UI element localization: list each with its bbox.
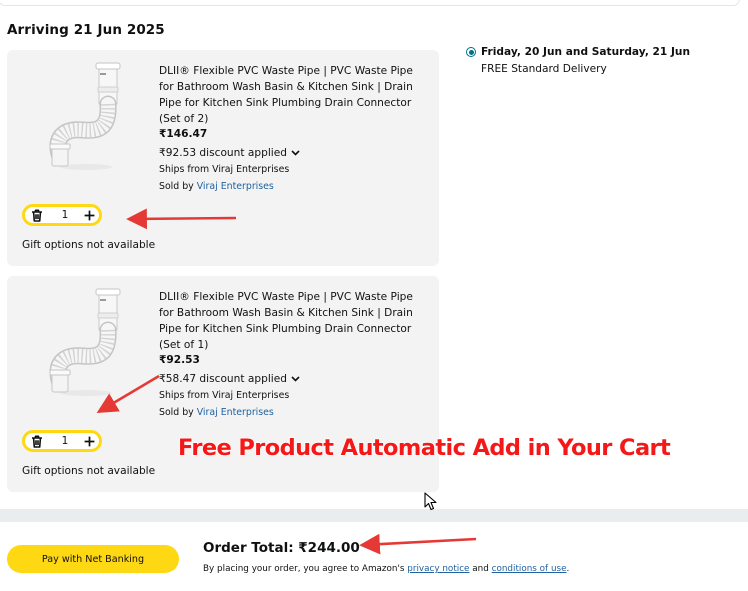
trash-icon[interactable] xyxy=(31,435,43,448)
gift-options-note: Gift options not available xyxy=(22,239,156,251)
quantity-value: 1 xyxy=(61,209,69,221)
sold-by-label: Sold by xyxy=(159,181,197,192)
trash-icon[interactable] xyxy=(31,209,43,222)
pipe-product-image[interactable] xyxy=(41,62,131,174)
pay-button[interactable]: Pay with Net Banking xyxy=(7,545,179,573)
delivery-date: Friday, 20 Jun and Saturday, 21 Jun xyxy=(481,46,690,58)
conditions-of-use-link[interactable]: conditions of use xyxy=(492,564,567,574)
cart-item-card: DLII® Flexible PVC Waste Pipe | PVC Wast… xyxy=(7,50,439,266)
discount-toggle[interactable]: ₹58.47 discount applied xyxy=(159,373,300,385)
legal-prefix: By placing your order, you agree to Amaz… xyxy=(203,564,408,574)
radio-button[interactable] xyxy=(466,47,476,57)
ships-from: Ships from Viraj Enterprises xyxy=(159,390,290,401)
cursor-icon xyxy=(424,492,437,511)
previous-section-card xyxy=(0,0,740,6)
discount-label: ₹92.53 discount applied xyxy=(159,147,287,159)
discount-label: ₹58.47 discount applied xyxy=(159,373,287,385)
legal-suffix: . xyxy=(566,564,570,574)
annotation-arrow xyxy=(359,533,477,555)
legal-and: and xyxy=(469,564,492,574)
product-price: ₹146.47 xyxy=(159,128,208,140)
chevron-down-icon xyxy=(291,150,300,156)
delivery-type: FREE Standard Delivery xyxy=(481,63,607,75)
product-title[interactable]: DLII® Flexible PVC Waste Pipe | PVC Wast… xyxy=(159,63,429,127)
gift-options-note: Gift options not available xyxy=(22,465,156,477)
seller-link[interactable]: Viraj Enterprises xyxy=(197,407,274,418)
delivery-heading: Arriving 21 Jun 2025 xyxy=(7,22,165,38)
sold-by: Sold by Viraj Enterprises xyxy=(159,407,274,418)
quantity-value: 1 xyxy=(61,435,69,447)
discount-toggle[interactable]: ₹92.53 discount applied xyxy=(159,147,300,159)
pipe-product-image[interactable] xyxy=(41,288,131,400)
sold-by-label: Sold by xyxy=(159,407,197,418)
seller-link[interactable]: Viraj Enterprises xyxy=(197,181,274,192)
legal-text: By placing your order, you agree to Amaz… xyxy=(203,564,569,574)
chevron-down-icon xyxy=(291,376,300,382)
ships-from: Ships from Viraj Enterprises xyxy=(159,164,290,175)
product-title[interactable]: DLII® Flexible PVC Waste Pipe | PVC Wast… xyxy=(159,289,429,353)
order-total: Order Total: ₹244.00 xyxy=(203,540,360,556)
quantity-stepper: 1 xyxy=(22,204,102,226)
plus-icon[interactable] xyxy=(84,210,95,221)
product-price: ₹92.53 xyxy=(159,354,200,366)
sold-by: Sold by Viraj Enterprises xyxy=(159,181,274,192)
privacy-notice-link[interactable]: privacy notice xyxy=(407,564,469,574)
annotation-caption: Free Product Automatic Add in Your Cart xyxy=(177,434,671,461)
quantity-stepper: 1 xyxy=(22,430,102,452)
section-divider xyxy=(0,509,748,522)
plus-icon[interactable] xyxy=(84,436,95,447)
